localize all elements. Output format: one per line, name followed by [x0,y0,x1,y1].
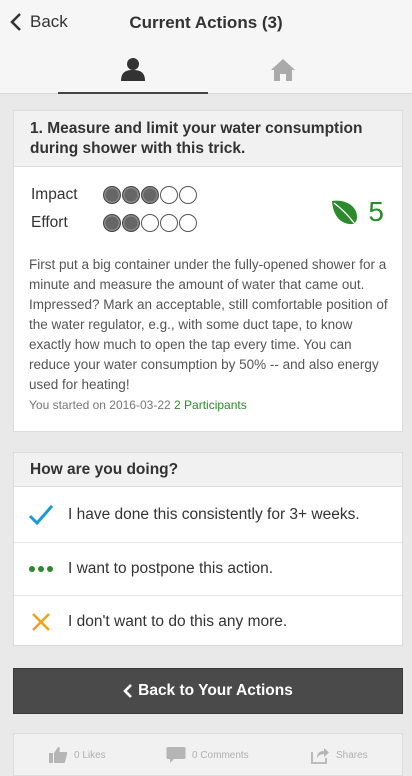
impact-rating [103,186,198,204]
ellipsis-icon [29,565,53,572]
participants-link[interactable]: 2 Participants [174,398,247,412]
effort-dot [122,214,140,232]
back-to-actions-label: Back to Your Actions [138,682,293,699]
shares-label: Shares [336,749,368,761]
tab-home[interactable] [208,46,358,94]
back-to-actions-button[interactable]: Back to Your Actions [13,668,403,714]
effort-dot [160,214,178,232]
action-description: First put a big container under the full… [29,257,388,392]
header-bar: Back Current Actions (3) [0,0,412,46]
comments-count: 0 Comments [192,749,249,761]
impact-dot [122,186,140,204]
tab-bar [0,46,412,94]
action-title: 1. Measure and limit your water consumpt… [14,111,402,167]
started-date: You started on 2016-03-22 [29,398,171,412]
comment-icon [166,747,186,763]
impact-row: Impact [31,186,198,204]
impact-dot [141,186,159,204]
progress-card: How are you doing? I have done this cons… [13,452,403,646]
checkmark-icon [28,505,54,526]
person-icon [121,58,145,81]
share-icon [311,748,329,764]
option-postpone-label: I want to postpone this action. [68,559,274,577]
tab-profile[interactable] [58,46,208,94]
score: 5 [330,197,384,227]
likes-count: 0 Likes [74,749,106,761]
score-value: 5 [368,196,384,227]
leaf-icon [332,200,358,225]
action-card: 1. Measure and limit your water consumpt… [13,110,403,432]
x-icon [32,612,50,631]
effort-row: Effort [31,214,198,232]
effort-dot [103,214,121,232]
effort-dot [141,214,159,232]
effort-label: Effort [31,214,68,231]
social-bar: 0 Likes 0 Comments Shares [13,733,403,776]
thumbs-up-icon [49,747,68,763]
option-quit[interactable]: I don't want to do this any more. [14,595,402,647]
comment-button[interactable]: 0 Comments [166,746,249,764]
progress-header: How are you doing? [14,453,402,487]
chevron-left-icon [123,684,133,698]
like-button[interactable]: 0 Likes [48,746,106,764]
impact-dot [179,186,197,204]
effort-dot [179,214,197,232]
effort-rating [103,214,198,232]
started-info: You started on 2016-03-22 2 Participants [29,398,247,412]
page-title: Current Actions (3) [129,13,283,32]
home-icon [271,59,295,81]
option-quit-label: I don't want to do this any more. [68,612,288,630]
option-done-label: I have done this consistently for 3+ wee… [68,506,360,523]
impact-dot [160,186,178,204]
option-done[interactable]: I have done this consistently for 3+ wee… [14,489,402,541]
option-postpone[interactable]: I want to postpone this action. [14,542,402,594]
impact-label: Impact [31,186,78,203]
impact-dot [103,186,121,204]
share-button[interactable]: Shares [310,746,368,764]
